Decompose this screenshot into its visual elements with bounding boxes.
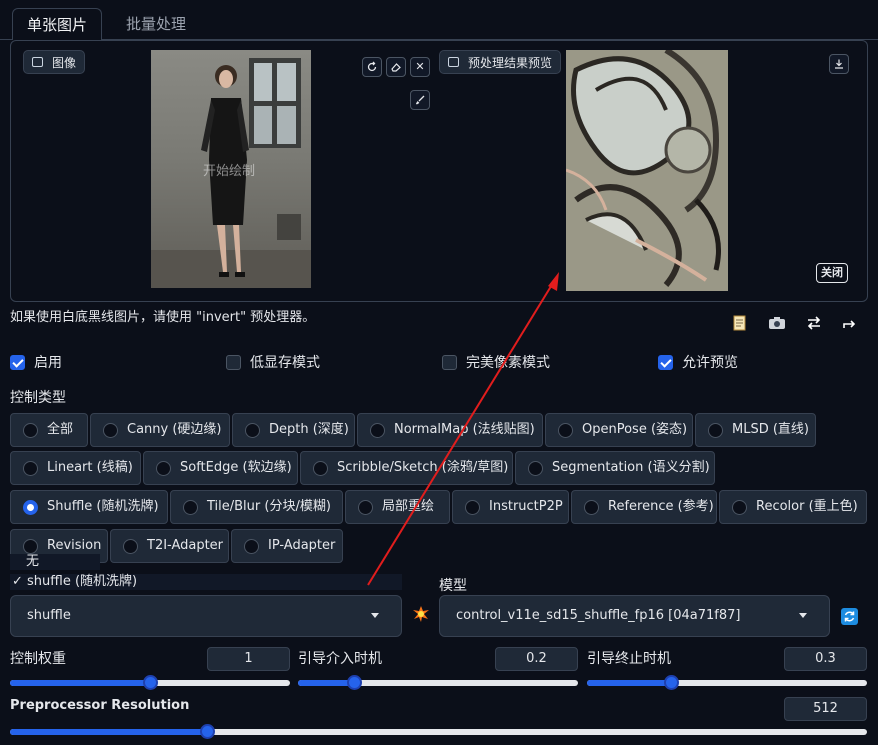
tab-single-image[interactable]: 单张图片 [12, 8, 103, 40]
annotation-arrow [367, 272, 559, 586]
